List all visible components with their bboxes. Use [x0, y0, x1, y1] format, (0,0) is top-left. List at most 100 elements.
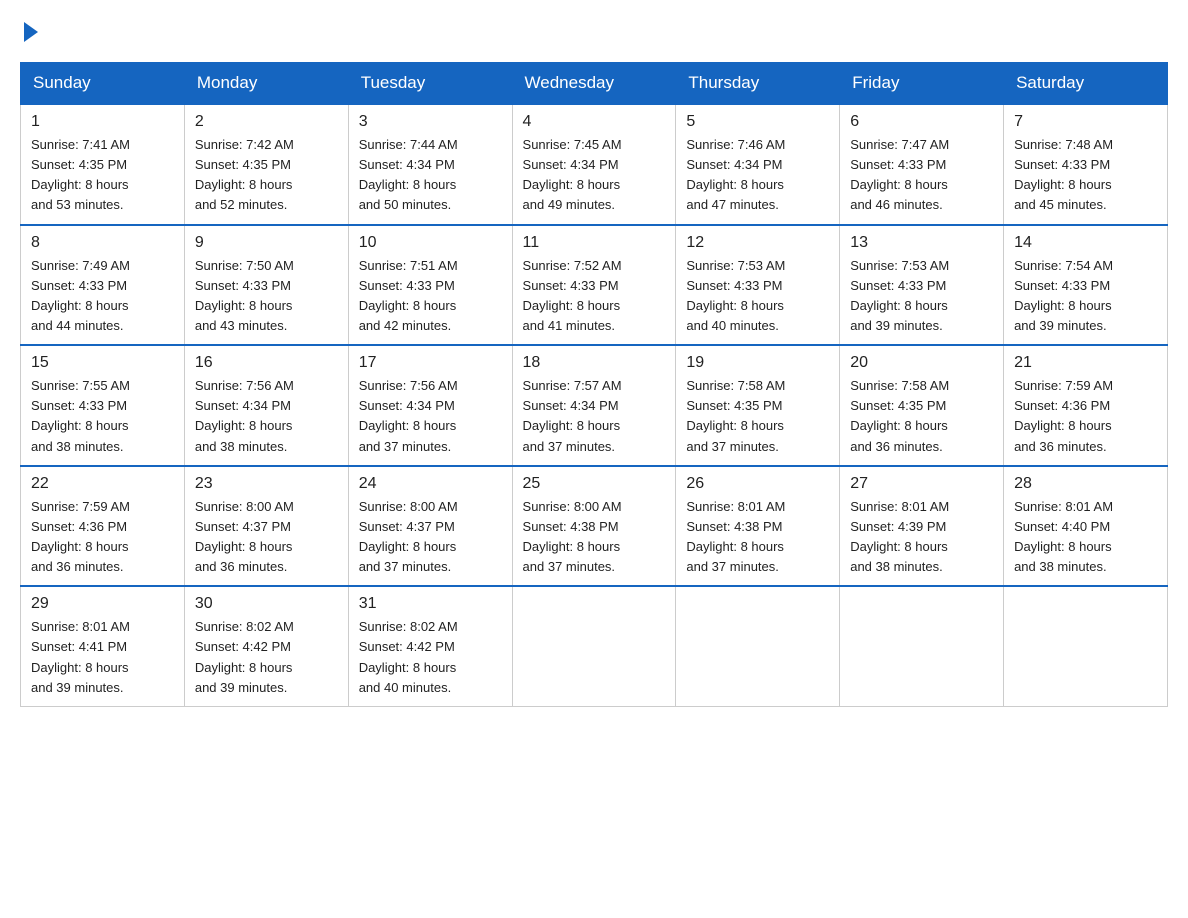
calendar-week-row-5: 29 Sunrise: 8:01 AM Sunset: 4:41 PM Dayl…: [21, 586, 1168, 706]
calendar-header-tuesday: Tuesday: [348, 63, 512, 105]
calendar-week-row-1: 1 Sunrise: 7:41 AM Sunset: 4:35 PM Dayli…: [21, 104, 1168, 225]
day-number: 19: [686, 354, 829, 372]
calendar-header-row: SundayMondayTuesdayWednesdayThursdayFrid…: [21, 63, 1168, 105]
calendar-header-saturday: Saturday: [1004, 63, 1168, 105]
day-number: 26: [686, 475, 829, 493]
calendar-cell: [1004, 586, 1168, 706]
day-number: 6: [850, 113, 993, 131]
calendar-cell: 22 Sunrise: 7:59 AM Sunset: 4:36 PM Dayl…: [21, 466, 185, 587]
calendar-cell: 19 Sunrise: 7:58 AM Sunset: 4:35 PM Dayl…: [676, 345, 840, 466]
calendar-cell: 6 Sunrise: 7:47 AM Sunset: 4:33 PM Dayli…: [840, 104, 1004, 225]
day-number: 29: [31, 595, 174, 613]
calendar-cell: 9 Sunrise: 7:50 AM Sunset: 4:33 PM Dayli…: [184, 225, 348, 346]
day-info: Sunrise: 7:47 AM Sunset: 4:33 PM Dayligh…: [850, 135, 993, 216]
calendar-header-wednesday: Wednesday: [512, 63, 676, 105]
calendar-table: SundayMondayTuesdayWednesdayThursdayFrid…: [20, 62, 1168, 707]
calendar-cell: [840, 586, 1004, 706]
calendar-cell: 20 Sunrise: 7:58 AM Sunset: 4:35 PM Dayl…: [840, 345, 1004, 466]
day-info: Sunrise: 8:00 AM Sunset: 4:38 PM Dayligh…: [523, 497, 666, 578]
day-info: Sunrise: 7:54 AM Sunset: 4:33 PM Dayligh…: [1014, 256, 1157, 337]
day-number: 27: [850, 475, 993, 493]
day-number: 23: [195, 475, 338, 493]
day-info: Sunrise: 7:51 AM Sunset: 4:33 PM Dayligh…: [359, 256, 502, 337]
day-info: Sunrise: 7:58 AM Sunset: 4:35 PM Dayligh…: [850, 376, 993, 457]
calendar-cell: 12 Sunrise: 7:53 AM Sunset: 4:33 PM Dayl…: [676, 225, 840, 346]
calendar-week-row-4: 22 Sunrise: 7:59 AM Sunset: 4:36 PM Dayl…: [21, 466, 1168, 587]
day-info: Sunrise: 7:45 AM Sunset: 4:34 PM Dayligh…: [523, 135, 666, 216]
day-number: 5: [686, 113, 829, 131]
day-info: Sunrise: 7:56 AM Sunset: 4:34 PM Dayligh…: [195, 376, 338, 457]
day-number: 22: [31, 475, 174, 493]
day-number: 24: [359, 475, 502, 493]
day-number: 30: [195, 595, 338, 613]
day-number: 11: [523, 234, 666, 252]
day-number: 14: [1014, 234, 1157, 252]
calendar-cell: 24 Sunrise: 8:00 AM Sunset: 4:37 PM Dayl…: [348, 466, 512, 587]
calendar-cell: 30 Sunrise: 8:02 AM Sunset: 4:42 PM Dayl…: [184, 586, 348, 706]
page-header: [20, 20, 1168, 42]
calendar-header-friday: Friday: [840, 63, 1004, 105]
day-info: Sunrise: 7:44 AM Sunset: 4:34 PM Dayligh…: [359, 135, 502, 216]
calendar-header-sunday: Sunday: [21, 63, 185, 105]
day-info: Sunrise: 7:53 AM Sunset: 4:33 PM Dayligh…: [850, 256, 993, 337]
day-info: Sunrise: 7:50 AM Sunset: 4:33 PM Dayligh…: [195, 256, 338, 337]
calendar-cell: 15 Sunrise: 7:55 AM Sunset: 4:33 PM Dayl…: [21, 345, 185, 466]
day-info: Sunrise: 8:01 AM Sunset: 4:41 PM Dayligh…: [31, 617, 174, 698]
logo: [20, 20, 38, 42]
day-info: Sunrise: 8:01 AM Sunset: 4:40 PM Dayligh…: [1014, 497, 1157, 578]
day-number: 3: [359, 113, 502, 131]
day-number: 18: [523, 354, 666, 372]
day-info: Sunrise: 7:55 AM Sunset: 4:33 PM Dayligh…: [31, 376, 174, 457]
day-info: Sunrise: 7:59 AM Sunset: 4:36 PM Dayligh…: [31, 497, 174, 578]
day-number: 28: [1014, 475, 1157, 493]
day-info: Sunrise: 7:52 AM Sunset: 4:33 PM Dayligh…: [523, 256, 666, 337]
day-info: Sunrise: 7:48 AM Sunset: 4:33 PM Dayligh…: [1014, 135, 1157, 216]
calendar-cell: 17 Sunrise: 7:56 AM Sunset: 4:34 PM Dayl…: [348, 345, 512, 466]
day-info: Sunrise: 7:42 AM Sunset: 4:35 PM Dayligh…: [195, 135, 338, 216]
day-number: 1: [31, 113, 174, 131]
day-info: Sunrise: 8:00 AM Sunset: 4:37 PM Dayligh…: [195, 497, 338, 578]
day-info: Sunrise: 8:01 AM Sunset: 4:38 PM Dayligh…: [686, 497, 829, 578]
calendar-cell: 27 Sunrise: 8:01 AM Sunset: 4:39 PM Dayl…: [840, 466, 1004, 587]
day-info: Sunrise: 7:56 AM Sunset: 4:34 PM Dayligh…: [359, 376, 502, 457]
day-info: Sunrise: 7:59 AM Sunset: 4:36 PM Dayligh…: [1014, 376, 1157, 457]
day-info: Sunrise: 7:46 AM Sunset: 4:34 PM Dayligh…: [686, 135, 829, 216]
calendar-cell: 1 Sunrise: 7:41 AM Sunset: 4:35 PM Dayli…: [21, 104, 185, 225]
calendar-cell: 11 Sunrise: 7:52 AM Sunset: 4:33 PM Dayl…: [512, 225, 676, 346]
calendar-cell: 28 Sunrise: 8:01 AM Sunset: 4:40 PM Dayl…: [1004, 466, 1168, 587]
day-info: Sunrise: 7:53 AM Sunset: 4:33 PM Dayligh…: [686, 256, 829, 337]
logo-blue-text: [20, 20, 38, 42]
calendar-cell: 31 Sunrise: 8:02 AM Sunset: 4:42 PM Dayl…: [348, 586, 512, 706]
day-number: 17: [359, 354, 502, 372]
day-info: Sunrise: 8:02 AM Sunset: 4:42 PM Dayligh…: [359, 617, 502, 698]
day-number: 13: [850, 234, 993, 252]
day-info: Sunrise: 7:41 AM Sunset: 4:35 PM Dayligh…: [31, 135, 174, 216]
day-info: Sunrise: 7:49 AM Sunset: 4:33 PM Dayligh…: [31, 256, 174, 337]
calendar-week-row-3: 15 Sunrise: 7:55 AM Sunset: 4:33 PM Dayl…: [21, 345, 1168, 466]
day-info: Sunrise: 8:01 AM Sunset: 4:39 PM Dayligh…: [850, 497, 993, 578]
calendar-cell: 25 Sunrise: 8:00 AM Sunset: 4:38 PM Dayl…: [512, 466, 676, 587]
calendar-cell: 8 Sunrise: 7:49 AM Sunset: 4:33 PM Dayli…: [21, 225, 185, 346]
day-number: 10: [359, 234, 502, 252]
calendar-cell: 2 Sunrise: 7:42 AM Sunset: 4:35 PM Dayli…: [184, 104, 348, 225]
calendar-cell: [512, 586, 676, 706]
day-info: Sunrise: 8:00 AM Sunset: 4:37 PM Dayligh…: [359, 497, 502, 578]
day-info: Sunrise: 8:02 AM Sunset: 4:42 PM Dayligh…: [195, 617, 338, 698]
day-info: Sunrise: 7:57 AM Sunset: 4:34 PM Dayligh…: [523, 376, 666, 457]
day-number: 16: [195, 354, 338, 372]
day-number: 2: [195, 113, 338, 131]
calendar-cell: [676, 586, 840, 706]
day-number: 15: [31, 354, 174, 372]
calendar-cell: 16 Sunrise: 7:56 AM Sunset: 4:34 PM Dayl…: [184, 345, 348, 466]
calendar-cell: 23 Sunrise: 8:00 AM Sunset: 4:37 PM Dayl…: [184, 466, 348, 587]
day-number: 9: [195, 234, 338, 252]
calendar-cell: 4 Sunrise: 7:45 AM Sunset: 4:34 PM Dayli…: [512, 104, 676, 225]
logo-arrow-icon: [24, 22, 38, 42]
calendar-cell: 14 Sunrise: 7:54 AM Sunset: 4:33 PM Dayl…: [1004, 225, 1168, 346]
calendar-cell: 26 Sunrise: 8:01 AM Sunset: 4:38 PM Dayl…: [676, 466, 840, 587]
day-number: 21: [1014, 354, 1157, 372]
calendar-cell: 3 Sunrise: 7:44 AM Sunset: 4:34 PM Dayli…: [348, 104, 512, 225]
day-number: 12: [686, 234, 829, 252]
day-number: 25: [523, 475, 666, 493]
calendar-cell: 13 Sunrise: 7:53 AM Sunset: 4:33 PM Dayl…: [840, 225, 1004, 346]
